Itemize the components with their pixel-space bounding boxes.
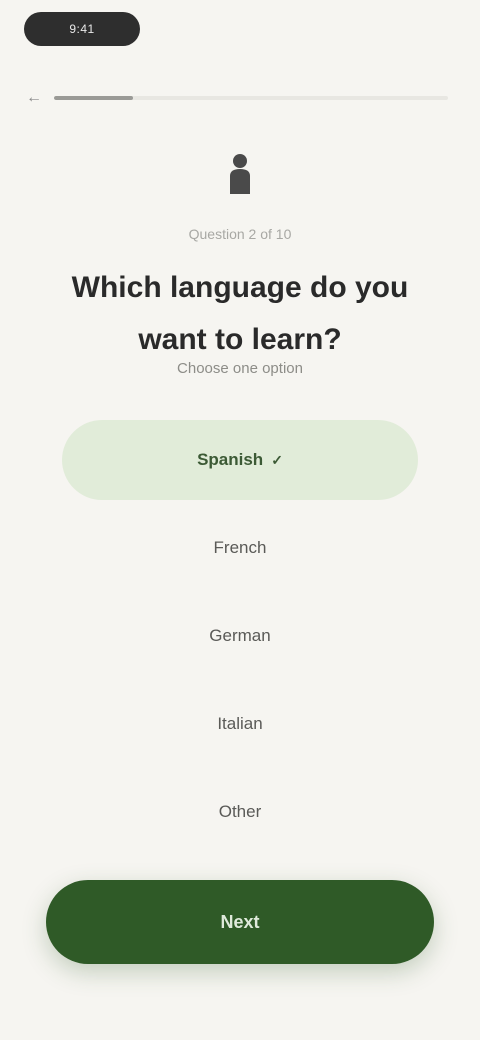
option-label: Italian [217,714,263,733]
progress-fill [54,96,133,100]
option-other[interactable]: Other [62,772,418,852]
progress-row: ← [24,88,448,108]
option-french[interactable]: French [62,508,418,588]
next-button-label: Next [220,911,260,932]
option-label: Other [218,802,262,821]
status-pill: 9:41 [24,12,140,46]
options-list: Spanish ✓ French German Italian Other [62,420,418,860]
next-button[interactable]: Next [46,880,434,964]
step-label: Question 2 of 10 [188,226,292,242]
status-time: 9:41 [69,22,95,36]
option-label: German [209,626,271,645]
check-icon: ✓ [271,451,283,468]
option-italian[interactable]: Italian [62,684,418,764]
option-german[interactable]: German [62,596,418,676]
option-label: French [213,538,267,557]
question-hint: Choose one option [177,360,303,377]
arrow-left-icon[interactable]: ← [24,88,44,108]
progress-bar [54,96,448,100]
question-title: Which language do you want to learn? [71,271,409,356]
person-icon [222,150,258,198]
app-screen: 9:41 ← Question 2 of 10 Which language d… [0,0,480,1040]
option-label: Spanish [197,450,264,469]
option-spanish[interactable]: Spanish ✓ [62,420,418,500]
